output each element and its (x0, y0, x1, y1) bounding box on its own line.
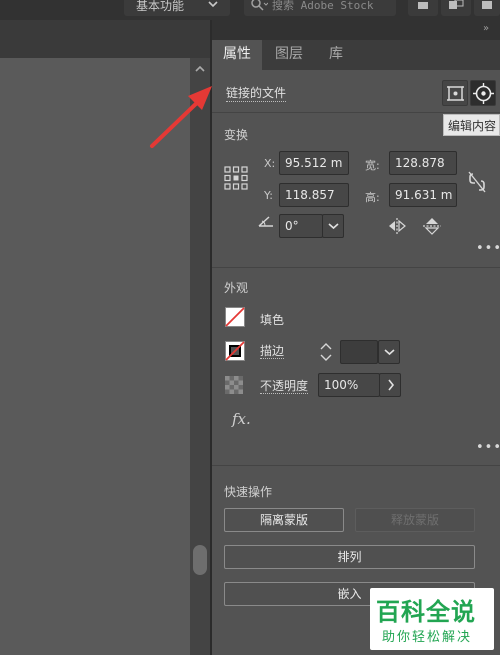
chevron-down-icon (208, 1, 218, 8)
transform-title: 变换 (224, 128, 249, 142)
tab-properties[interactable]: 属性 (212, 40, 262, 70)
effects-fx-icon[interactable]: fx. (232, 410, 251, 428)
adobe-stock-search[interactable]: 搜索 Adobe Stock (244, 0, 396, 16)
restore-button[interactable] (441, 0, 471, 16)
width-label: 宽: (365, 159, 380, 172)
opacity-slider-button[interactable] (379, 373, 401, 397)
reference-point-icon[interactable] (224, 166, 248, 190)
transform-more-options[interactable]: ••• (476, 241, 500, 256)
section-divider (212, 267, 500, 268)
stroke-weight-stepper[interactable] (317, 340, 335, 364)
workspace-label: 基本功能 (136, 0, 185, 13)
section-divider (212, 465, 500, 466)
release-mask-button: 释放蒙版 (355, 508, 475, 532)
workspace-switcher[interactable]: 基本功能 (124, 0, 230, 16)
y-label: Y: (264, 189, 273, 202)
x-label: X: (264, 157, 276, 170)
isolate-mask-button[interactable]: 隔离蒙版 (224, 508, 344, 532)
tab-libraries[interactable]: 库 (316, 40, 356, 70)
stock-search-placeholder: 搜索 Adobe Stock (272, 0, 374, 12)
scroll-up-icon[interactable] (194, 64, 206, 74)
watermark-title: 百科全说 (376, 598, 476, 626)
watermark-logo: 百科全说 助你轻松解决 (370, 588, 494, 650)
crop-frame-icon (447, 86, 464, 101)
flip-vertical-icon[interactable] (422, 216, 442, 236)
angle-dropdown-button[interactable] (322, 214, 344, 238)
y-position-field[interactable]: 118.857 (279, 183, 349, 207)
tab-layers[interactable]: 图层 (262, 40, 316, 70)
stroke-label[interactable]: 描边 (260, 344, 285, 359)
search-icon (251, 0, 268, 11)
section-divider (212, 112, 500, 113)
stroke-weight-dropdown[interactable] (378, 340, 400, 364)
arrange-button[interactable]: 排列 (224, 545, 475, 569)
linked-file-label[interactable]: 链接的文件 (226, 86, 287, 102)
fill-swatch-icon[interactable] (225, 307, 245, 327)
scrollbar-thumb[interactable] (193, 545, 207, 575)
width-field[interactable]: 128.878 (389, 151, 457, 175)
chevron-right-icon (388, 379, 395, 391)
edit-contents-button[interactable] (470, 80, 496, 106)
quick-actions-title: 快速操作 (224, 485, 273, 499)
minimize-icon (418, 2, 428, 9)
target-icon (473, 83, 494, 104)
stroke-swatch-icon[interactable] (225, 341, 245, 361)
edit-contents-tooltip: 编辑内容 (443, 114, 500, 136)
document-tab-strip (0, 20, 210, 58)
chevron-down-icon (328, 223, 339, 230)
height-label: 高: (365, 191, 380, 204)
panel-tabs: 属性 图层 库 (212, 40, 500, 70)
opacity-field[interactable]: 100% (318, 373, 380, 397)
stroke-weight-field[interactable] (340, 340, 378, 364)
rotate-angle-icon (258, 216, 273, 227)
annotation-arrow (150, 86, 212, 148)
height-field[interactable]: 91.631 m (389, 183, 457, 207)
app-topbar: 基本功能 搜索 Adobe Stock (0, 0, 500, 20)
x-position-field[interactable]: 95.512 m (279, 151, 349, 175)
rotate-angle-field[interactable]: 0° (279, 214, 323, 238)
fill-label: 填色 (260, 313, 285, 327)
appearance-more-options[interactable]: ••• (476, 440, 500, 455)
panel-header-strip: » (212, 20, 500, 40)
minimize-button[interactable] (408, 0, 438, 16)
crop-image-button[interactable] (442, 80, 468, 106)
opacity-checker-icon (225, 376, 243, 394)
opacity-label[interactable]: 不透明度 (260, 379, 309, 394)
constrain-proportions-icon[interactable] (466, 170, 488, 194)
collapse-panel-icon[interactable]: » (483, 23, 489, 34)
watermark-subtitle: 助你轻松解决 (382, 630, 473, 645)
close-button[interactable] (474, 0, 500, 16)
restore-icon (449, 0, 464, 9)
flip-horizontal-icon[interactable] (387, 217, 407, 235)
close-icon (482, 1, 492, 9)
appearance-title: 外观 (224, 281, 249, 295)
chevron-down-icon (384, 349, 395, 356)
